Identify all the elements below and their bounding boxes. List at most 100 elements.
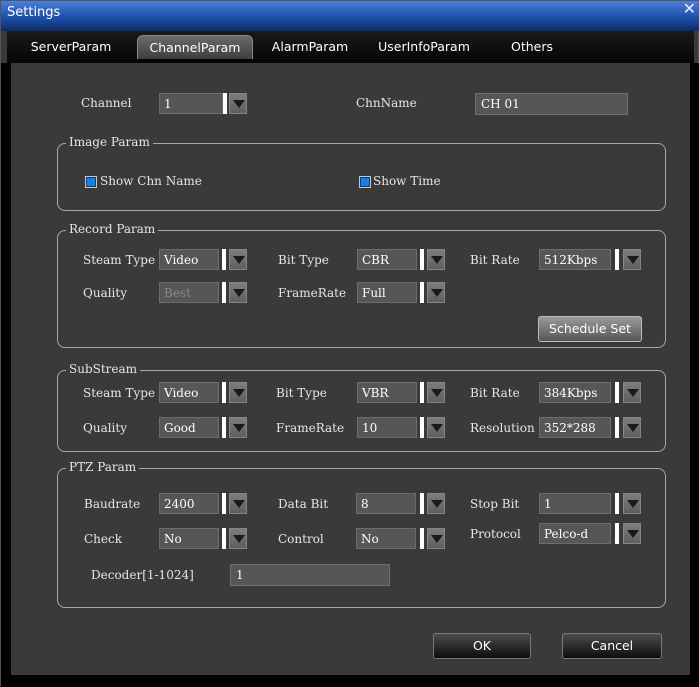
substream-title: SubStream	[66, 362, 141, 376]
close-icon[interactable]: ✕	[683, 0, 696, 18]
chevron-down-icon[interactable]	[623, 493, 641, 514]
sub-bit-type-select[interactable]: VBR	[357, 382, 448, 403]
framerate-select[interactable]: Full	[357, 282, 448, 303]
ptz-param-group: PTZ Param Baudrate 2400 Data Bit 8 Stop …	[57, 460, 666, 608]
chevron-down-icon[interactable]	[623, 417, 641, 438]
combo-divider	[420, 249, 424, 270]
sub-quality-select[interactable]: Good	[159, 417, 250, 438]
tab-serverparam[interactable]: ServerParam	[23, 35, 119, 59]
quality-label: Quality	[83, 421, 127, 435]
data-bit-select[interactable]: 8	[356, 493, 448, 514]
steam-type-value: Video	[159, 382, 219, 403]
channel-value: 1	[159, 93, 223, 114]
combo-divider	[615, 417, 619, 438]
combo-divider	[223, 93, 227, 114]
baudrate-value: 2400	[159, 493, 219, 514]
combo-divider	[420, 528, 424, 549]
show-chn-name-checkbox[interactable]	[85, 176, 97, 188]
chevron-down-icon[interactable]	[623, 523, 641, 544]
bit-type-value: CBR	[357, 249, 417, 270]
record-param-title: Record Param	[66, 222, 159, 236]
schedule-set-button[interactable]: Schedule Set	[538, 316, 642, 342]
cancel-button[interactable]: Cancel	[562, 633, 662, 659]
tab-alarmparam[interactable]: AlarmParam	[265, 35, 355, 59]
baudrate-select[interactable]: 2400	[159, 493, 250, 514]
combo-divider	[615, 493, 619, 514]
resolution-label: Resolution	[470, 421, 535, 435]
sub-steam-type-select[interactable]: Video	[159, 382, 250, 403]
channel-label: Channel	[81, 96, 132, 110]
channel-param-panel: Channel 1 ChnName CH 01 Image Param Show…	[11, 63, 690, 675]
bit-type-select[interactable]: CBR	[357, 249, 448, 270]
sub-bit-rate-select[interactable]: 384Kbps	[539, 382, 643, 403]
check-select[interactable]: No	[159, 528, 250, 549]
stop-bit-value: 1	[539, 493, 611, 514]
chevron-down-icon[interactable]	[229, 528, 247, 549]
sub-framerate-select[interactable]: 10	[357, 417, 448, 438]
tab-userinfoparam[interactable]: UserInfoParam	[369, 35, 479, 59]
image-param-group: Image Param Show Chn Name Show Time	[57, 135, 666, 211]
combo-divider	[222, 282, 226, 303]
quality-label: Quality	[83, 286, 127, 300]
control-select[interactable]: No	[356, 528, 448, 549]
show-chn-name-label: Show Chn Name	[100, 174, 202, 188]
control-label: Control	[278, 532, 324, 546]
channel-select[interactable]: 1	[159, 93, 249, 114]
combo-divider	[420, 417, 424, 438]
stop-bit-label: Stop Bit	[470, 497, 520, 511]
chevron-down-icon[interactable]	[427, 282, 445, 303]
chevron-down-icon[interactable]	[623, 382, 641, 403]
steam-type-select[interactable]: Video	[159, 249, 250, 270]
chevron-down-icon[interactable]	[229, 282, 247, 303]
chevron-down-icon[interactable]	[427, 493, 445, 514]
chevron-down-icon[interactable]	[229, 493, 247, 514]
bit-rate-label: Bit Rate	[470, 386, 520, 400]
chevron-down-icon[interactable]	[427, 528, 445, 549]
resolution-select[interactable]: 352*288	[539, 417, 643, 438]
combo-divider	[615, 523, 619, 544]
chevron-down-icon[interactable]	[229, 93, 247, 114]
chevron-down-icon[interactable]	[229, 382, 247, 403]
settings-window: Settings ✕ ServerParam ChannelParam Alar…	[0, 0, 699, 687]
quality-value: Good	[159, 417, 219, 438]
combo-divider	[420, 382, 424, 403]
chevron-down-icon[interactable]	[229, 417, 247, 438]
quality-select[interactable]: Best	[159, 282, 250, 303]
record-param-group: Record Param Steam Type Video Bit Type C…	[57, 222, 666, 348]
frame-right	[690, 63, 699, 687]
combo-divider	[420, 493, 424, 514]
frame-bottom	[1, 675, 699, 687]
decoder-label: Decoder[1-1024]	[91, 568, 194, 582]
data-bit-value: 8	[356, 493, 416, 514]
chevron-down-icon[interactable]	[427, 382, 445, 403]
chevron-down-icon[interactable]	[427, 249, 445, 270]
bit-type-label: Bit Type	[278, 253, 329, 267]
stop-bit-select[interactable]: 1	[539, 493, 643, 514]
bit-rate-select[interactable]: 512Kbps	[539, 249, 643, 270]
tab-channelparam[interactable]: ChannelParam	[137, 35, 253, 59]
bit-type-value: VBR	[357, 382, 417, 403]
title-bar[interactable]: Settings ✕	[1, 0, 699, 31]
combo-divider	[222, 417, 226, 438]
chevron-down-icon[interactable]	[229, 249, 247, 270]
framerate-value: 10	[357, 417, 417, 438]
protocol-label: Protocol	[470, 527, 521, 541]
combo-divider	[222, 249, 226, 270]
framerate-value: Full	[357, 282, 417, 303]
ptz-param-title: PTZ Param	[66, 460, 140, 474]
check-label: Check	[84, 532, 123, 546]
check-value: No	[159, 528, 219, 549]
protocol-select[interactable]: Pelco-d	[539, 523, 643, 544]
decoder-input[interactable]: 1	[230, 564, 390, 586]
substream-group: SubStream Steam Type Video Bit Type VBR …	[57, 362, 666, 452]
chnname-input[interactable]: CH 01	[475, 93, 628, 115]
tab-bar: ServerParam ChannelParam AlarmParam User…	[7, 31, 694, 63]
show-time-label: Show Time	[373, 174, 441, 188]
combo-divider	[615, 382, 619, 403]
tab-others[interactable]: Others	[499, 35, 565, 59]
ok-button[interactable]: OK	[433, 633, 531, 659]
framerate-label: FrameRate	[278, 286, 347, 300]
chevron-down-icon[interactable]	[427, 417, 445, 438]
show-time-checkbox[interactable]	[359, 176, 371, 188]
chevron-down-icon[interactable]	[623, 249, 641, 270]
